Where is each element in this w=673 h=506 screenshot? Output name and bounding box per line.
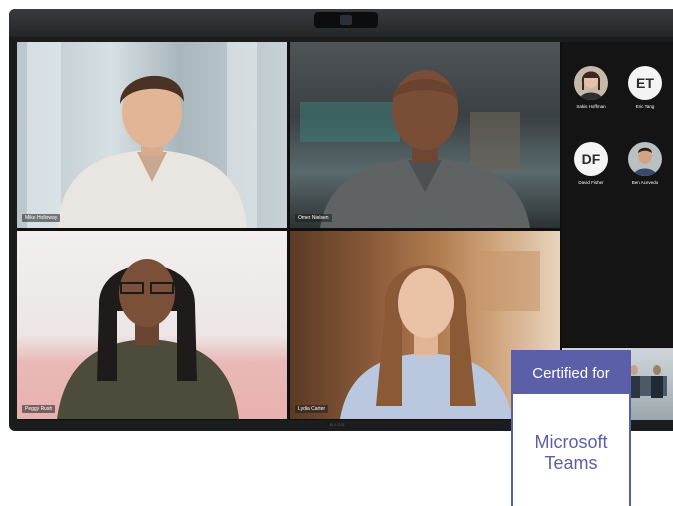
avatar — [574, 66, 608, 100]
sidebar-participant[interactable]: Ben Acevedo — [620, 142, 670, 185]
participant-name: David Fisher — [578, 180, 604, 185]
certified-teams-badge: Certified for Microsoft Teams — [511, 350, 631, 506]
participant-name-tag: Omer Nielsen — [295, 214, 332, 222]
avatar — [628, 142, 662, 176]
participant-video-1 — [27, 42, 257, 228]
sidebar-participant[interactable]: DF David Fisher — [566, 142, 616, 185]
video-tile-3[interactable]: Peggy Rush — [17, 231, 287, 419]
participant-photo-icon — [579, 71, 603, 100]
avatar: DF — [574, 142, 608, 176]
video-tile-1[interactable]: Mike Holloway — [17, 42, 287, 228]
participant-video-3 — [57, 259, 239, 419]
video-tile-2[interactable]: Omer Nielsen — [290, 42, 560, 228]
participant-name: Ben Acevedo — [631, 180, 659, 185]
participant-name-tag: Peggy Rush — [22, 405, 56, 413]
sidebar-participant[interactable]: Sakis Hoffman — [566, 66, 616, 109]
camera-icon — [314, 12, 378, 28]
participant-sidebar: Sakis Hoffman ET Eric Tang DF David Fish… — [562, 42, 673, 347]
participant-photo-icon — [633, 147, 657, 176]
avatar: ET — [628, 66, 662, 100]
badge-header: Certified for — [513, 352, 629, 394]
participant-name: Sakis Hoffman — [576, 104, 606, 109]
device-brand-label: BYOD — [330, 422, 346, 427]
badge-line-teams: Teams — [544, 453, 598, 473]
sidebar-participant[interactable]: ET Eric Tang — [620, 66, 670, 109]
participant-name: Eric Tang — [635, 104, 655, 109]
participant-video-2 — [300, 70, 530, 228]
participant-name-tag: Mike Holloway — [22, 214, 61, 222]
badge-product-name: Microsoft Teams — [513, 432, 629, 474]
participant-name-tag: Lydia Carter — [295, 405, 329, 413]
badge-line-microsoft: Microsoft — [534, 432, 608, 452]
